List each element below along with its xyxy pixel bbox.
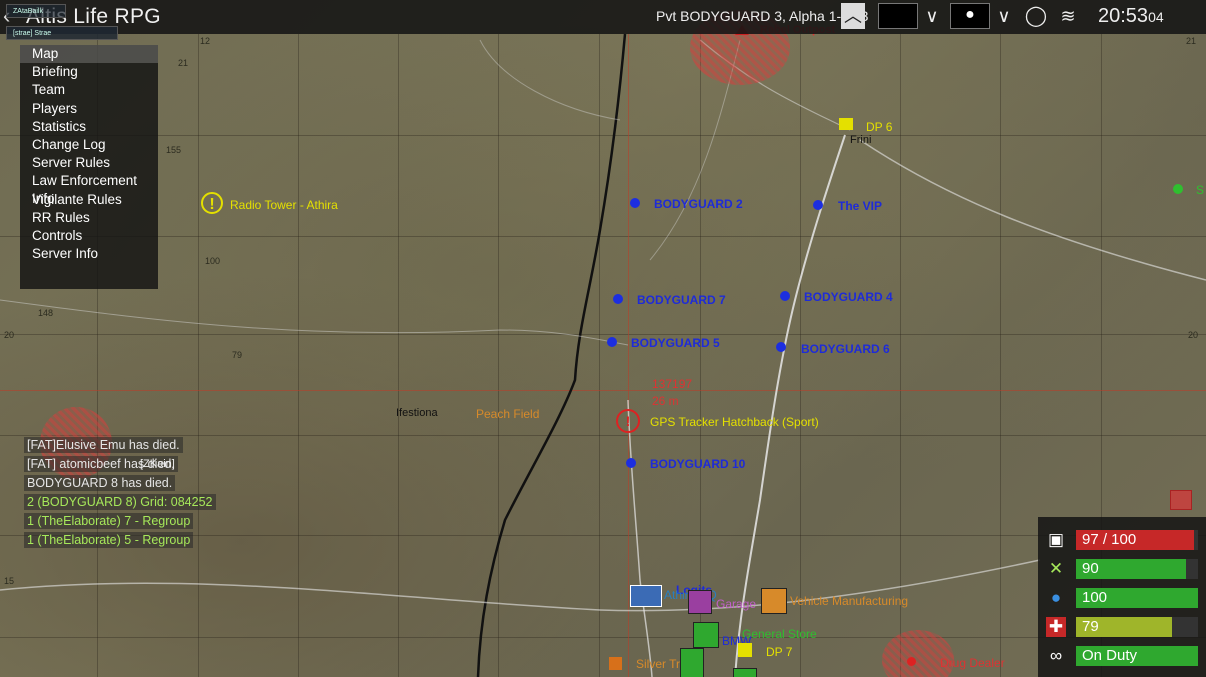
- chat-line: BODYGUARD 8 has died.: [24, 475, 176, 491]
- frini-label: Frini: [850, 134, 872, 146]
- bodyguard-2-marker[interactable]: [630, 198, 640, 208]
- color-select-1[interactable]: [878, 3, 918, 29]
- map-view[interactable]: 12 21 155 100 148 79 20 15 21 20 Rebel O…: [0, 0, 1206, 677]
- duty-row: ∞ On Duty: [1038, 644, 1206, 668]
- briefing-menu: Map Briefing Team Players Statistics Cha…: [20, 45, 158, 289]
- gps-tracker-label[interactable]: GPS Tracker Hatchback (Sport): [650, 415, 819, 429]
- clock-seconds: 04: [1148, 9, 1164, 25]
- clock-time: 20:53: [1098, 5, 1149, 27]
- bodyguard-6-marker[interactable]: [776, 342, 786, 352]
- menu-item-rr-rules[interactable]: RR Rules: [20, 209, 158, 227]
- garage-label[interactable]: Garage: [716, 597, 756, 611]
- top-bar: ‹ Altis Life RPG Pvt BODYGUARD 3, Alpha …: [0, 0, 1206, 34]
- medical-text: 79: [1082, 618, 1099, 635]
- store-label[interactable]: General Store: [742, 627, 817, 641]
- right-edge-label: S: [1196, 183, 1205, 197]
- medical-row: ✚ 79: [1038, 615, 1206, 639]
- menu-item-law-enforcement[interactable]: Law Enforcement Info: [20, 172, 158, 206]
- fork-knife-icon: ✕: [1048, 559, 1064, 578]
- bodyguard-10-marker[interactable]: [626, 458, 636, 468]
- water-drop-icon: ●: [1050, 588, 1062, 607]
- chevron-down-icon[interactable]: ∨: [920, 3, 944, 29]
- target-distance-label: 26 m: [652, 394, 679, 408]
- bodyguard-10-label: BODYGUARD 10: [650, 457, 746, 471]
- drug-dealer-label[interactable]: Drug Dealer: [940, 656, 1005, 670]
- marker-select[interactable]: ●: [950, 3, 990, 29]
- shop-icon: [680, 648, 704, 677]
- vip-label: The VIP: [838, 199, 883, 213]
- chevron-down-icon-2[interactable]: ∨: [992, 3, 1016, 29]
- clock: 20:5304: [1098, 5, 1164, 28]
- chat-line: 1 (TheElaborate) 5 - Regroup: [24, 532, 194, 548]
- silver-trader-icon: [609, 657, 622, 670]
- menu-item-controls[interactable]: Controls: [20, 227, 158, 245]
- zkain-label: [ZKain]: [140, 458, 175, 470]
- garage-icon: [688, 590, 712, 614]
- health-row: ▣ 97 / 100: [1038, 528, 1206, 552]
- menu-item-players[interactable]: Players: [20, 100, 158, 118]
- flag-icon: [839, 118, 853, 130]
- layers-icon[interactable]: ≋: [1056, 3, 1080, 29]
- menu-item-server-rules[interactable]: Server Rules: [20, 154, 158, 172]
- water-row: ● 100: [1038, 586, 1206, 610]
- target-id-label: 137197: [652, 377, 693, 391]
- ifestiona-label: Ifestiona: [396, 407, 438, 419]
- hq-flag-icon: [630, 585, 662, 607]
- bodyguard-5-marker[interactable]: [607, 337, 617, 347]
- warning-icon: !: [201, 192, 223, 214]
- water-text: 100: [1082, 589, 1108, 606]
- gps-tracker-icon: !: [616, 409, 640, 433]
- bodyguard-4-label: BODYGUARD 4: [804, 290, 893, 304]
- briefcase-icon: ▣: [1047, 530, 1065, 549]
- bodyguard-7-label: BODYGUARD 7: [637, 293, 726, 307]
- shop-icon-2: [733, 668, 757, 677]
- menu-item-statistics[interactable]: Statistics: [20, 118, 158, 136]
- dp7-label[interactable]: DP 7: [766, 645, 792, 659]
- food-row: ✕ 90: [1038, 557, 1206, 581]
- bodyguard-6-label: BODYGUARD 6: [801, 342, 890, 356]
- bodyguard-5-label: BODYGUARD 5: [631, 336, 720, 350]
- handcuffs-icon: ∞: [1049, 646, 1063, 665]
- manufacturing-label[interactable]: Vehicle Manufacturing: [790, 594, 908, 608]
- chevron-up-icon[interactable]: ︿: [841, 3, 865, 29]
- drug-dealer-dot: [907, 657, 916, 666]
- unit-label: Pvt BODYGUARD 3, Alpha 1-1 13: [656, 8, 869, 24]
- food-text: 90: [1082, 560, 1099, 577]
- menu-item-vigilante-rules[interactable]: Vigilante Rules: [20, 191, 158, 209]
- menu-item-briefing[interactable]: Briefing: [20, 63, 158, 81]
- peach-field-label[interactable]: Peach Field: [476, 407, 539, 421]
- health-text: 97 / 100: [1082, 531, 1137, 548]
- mini-label-top: ZAtaBailk: [6, 4, 66, 18]
- manufacturing-icon: [761, 588, 787, 614]
- dp6-label[interactable]: DP 6: [866, 120, 892, 134]
- bodyguard-4-marker[interactable]: [780, 291, 790, 301]
- duty-text: On Duty: [1082, 647, 1138, 664]
- chat-line: 1 (TheElaborate) 7 - Regroup: [24, 513, 194, 529]
- dp7-flag-icon: [738, 643, 752, 657]
- gps-ring-icon[interactable]: ◯: [1024, 3, 1048, 29]
- chat-line: [FAT]Elusive Emu has died.: [24, 437, 183, 453]
- menu-item-change-log[interactable]: Change Log: [20, 136, 158, 154]
- medical-cross-icon: ✚: [1046, 617, 1066, 637]
- menu-item-team[interactable]: Team: [20, 81, 158, 99]
- bodyguard-7-marker[interactable]: [613, 294, 623, 304]
- bodyguard-2-label: BODYGUARD 2: [654, 197, 743, 211]
- red-square-marker: [1170, 490, 1192, 510]
- green-marker-dot: [1173, 184, 1183, 194]
- menu-item-map[interactable]: Map: [20, 45, 158, 64]
- vip-marker[interactable]: [813, 200, 823, 210]
- radio-tower-label[interactable]: Radio Tower - Athira: [230, 198, 338, 212]
- store-icon: [693, 622, 719, 648]
- status-hud: ▣ 97 / 100 ✕ 90 ● 100 ✚ 79 ∞ On Duty: [1038, 517, 1206, 677]
- chat-line: 2 (BODYGUARD 8) Grid: 084252: [24, 494, 216, 510]
- menu-item-server-info[interactable]: Server Info: [20, 245, 158, 263]
- roads-layer: [0, 33, 1206, 677]
- mini-label-group: [strae] Strae: [6, 26, 118, 40]
